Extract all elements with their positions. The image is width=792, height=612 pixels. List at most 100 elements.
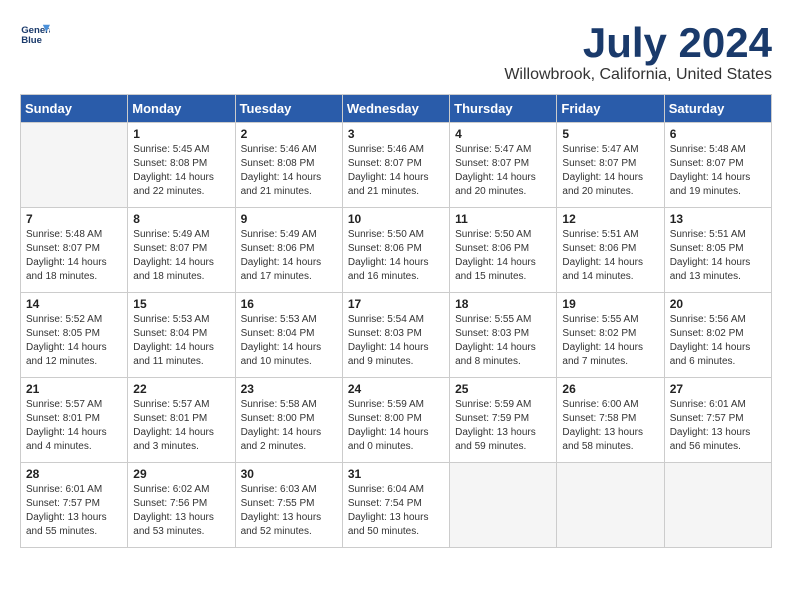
table-row: 26 Sunrise: 6:00 AM Sunset: 7:58 PM Dayli… (557, 378, 664, 463)
day-info: Sunrise: 5:50 AM Sunset: 8:06 PM Dayligh… (455, 228, 551, 284)
table-row: 9Sunrise: 5:49 AM Sunset: 8:06 PM Daylig… (235, 208, 342, 293)
day-number: 2 (241, 127, 337, 141)
table-row: 29Sunrise: 6:02 AM Sunset: 7:56 PM Dayli… (128, 463, 235, 548)
table-row: 30 Sunrise: 6:03 AM Sunset: 7:55 PM Dayli… (235, 463, 342, 548)
table-row: 31Sunrise: 6:04 AM Sunset: 7:54 PM Dayli… (342, 463, 449, 548)
day-info: Sunrise: 5:49 AM Sunset: 8:07 PM Dayligh… (133, 228, 229, 284)
day-number: 30 (241, 467, 337, 481)
calendar-week-row: 28 Sunrise: 6:01 AM Sunset: 7:57 PM Dayli… (21, 463, 772, 548)
header-tuesday: Tuesday (235, 95, 342, 123)
header-friday: Friday (557, 95, 664, 123)
day-number: 26 (562, 382, 658, 396)
day-number: 19 (562, 297, 658, 311)
table-row: 17Sunrise: 5:54 AM Sunset: 8:03 PM Dayli… (342, 293, 449, 378)
header-wednesday: Wednesday (342, 95, 449, 123)
day-info: Sunrise: 5:55 AM Sunset: 8:02 PM Dayligh… (562, 313, 658, 369)
table-row: 27 Sunrise: 6:01 AM Sunset: 7:57 PM Dayli… (664, 378, 771, 463)
day-info: Sunrise: 5:47 AM Sunset: 8:07 PM Dayligh… (562, 143, 658, 199)
table-row: 21 Sunrise: 5:57 AM Sunset: 8:01 PM Dayli… (21, 378, 128, 463)
day-number: 7 (26, 212, 122, 226)
day-number: 5 (562, 127, 658, 141)
month-title: July 2024 (504, 20, 772, 66)
day-number: 25 (455, 382, 551, 396)
day-number: 12 (562, 212, 658, 226)
table-row: 4 Sunrise: 5:47 AM Sunset: 8:07 PM Daylig… (450, 123, 557, 208)
table-row: 8 Sunrise: 5:49 AM Sunset: 8:07 PM Daylig… (128, 208, 235, 293)
day-info: Sunrise: 6:01 AM Sunset: 7:57 PM Dayligh… (26, 483, 122, 539)
table-row: 18 Sunrise: 5:55 AM Sunset: 8:03 PM Dayli… (450, 293, 557, 378)
table-row (450, 463, 557, 548)
table-row: 14 Sunrise: 5:52 AM Sunset: 8:05 PM Dayli… (21, 293, 128, 378)
table-row: 20 Sunrise: 5:56 AM Sunset: 8:02 PM Dayli… (664, 293, 771, 378)
day-number: 23 (241, 382, 337, 396)
day-number: 8 (133, 212, 229, 226)
day-info: Sunrise: 5:48 AM Sunset: 8:07 PM Dayligh… (26, 228, 122, 284)
table-row: 19 Sunrise: 5:55 AM Sunset: 8:02 PM Dayli… (557, 293, 664, 378)
day-info: Sunrise: 5:53 AM Sunset: 8:04 PM Dayligh… (241, 313, 337, 369)
day-number: 18 (455, 297, 551, 311)
day-number: 31 (348, 467, 444, 481)
day-info: Sunrise: 5:46 AM Sunset: 8:07 PM Dayligh… (348, 143, 444, 199)
calendar-header-row: Sunday Monday Tuesday Wednesday Thursday… (21, 95, 772, 123)
day-info: Sunrise: 5:45 AM Sunset: 8:08 PM Dayligh… (133, 143, 229, 199)
day-number: 3 (348, 127, 444, 141)
table-row: 13Sunrise: 5:51 AM Sunset: 8:05 PM Dayli… (664, 208, 771, 293)
day-number: 22 (133, 382, 229, 396)
day-info: Sunrise: 5:57 AM Sunset: 8:01 PM Dayligh… (26, 398, 122, 454)
day-number: 4 (455, 127, 551, 141)
day-info: Sunrise: 5:56 AM Sunset: 8:02 PM Dayligh… (670, 313, 766, 369)
day-info: Sunrise: 5:59 AM Sunset: 8:00 PM Dayligh… (348, 398, 444, 454)
day-info: Sunrise: 5:51 AM Sunset: 8:06 PM Dayligh… (562, 228, 658, 284)
logo-icon: General Blue (20, 20, 50, 50)
location: Willowbrook, California, United States (504, 66, 772, 84)
table-row: 11 Sunrise: 5:50 AM Sunset: 8:06 PM Dayli… (450, 208, 557, 293)
logo: General Blue (20, 20, 54, 50)
table-row: 2 Sunrise: 5:46 AM Sunset: 8:08 PM Daylig… (235, 123, 342, 208)
day-info: Sunrise: 5:54 AM Sunset: 8:03 PM Dayligh… (348, 313, 444, 369)
day-info: Sunrise: 5:58 AM Sunset: 8:00 PM Dayligh… (241, 398, 337, 454)
table-row: 7 Sunrise: 5:48 AM Sunset: 8:07 PM Daylig… (21, 208, 128, 293)
day-number: 21 (26, 382, 122, 396)
day-info: Sunrise: 5:47 AM Sunset: 8:07 PM Dayligh… (455, 143, 551, 199)
day-number: 15 (133, 297, 229, 311)
day-info: Sunrise: 5:49 AM Sunset: 8:06 PM Dayligh… (241, 228, 337, 284)
header-thursday: Thursday (450, 95, 557, 123)
table-row: 3 Sunrise: 5:46 AM Sunset: 8:07 PM Daylig… (342, 123, 449, 208)
day-info: Sunrise: 6:00 AM Sunset: 7:58 PM Dayligh… (562, 398, 658, 454)
calendar-table: Sunday Monday Tuesday Wednesday Thursday… (20, 94, 772, 548)
table-row: 15Sunrise: 5:53 AM Sunset: 8:04 PM Dayli… (128, 293, 235, 378)
table-row: 5 Sunrise: 5:47 AM Sunset: 8:07 PM Daylig… (557, 123, 664, 208)
day-number: 10 (348, 212, 444, 226)
day-info: Sunrise: 5:51 AM Sunset: 8:05 PM Dayligh… (670, 228, 766, 284)
table-row: 10 Sunrise: 5:50 AM Sunset: 8:06 PM Dayli… (342, 208, 449, 293)
table-row: 12 Sunrise: 5:51 AM Sunset: 8:06 PM Dayli… (557, 208, 664, 293)
table-row: 25Sunrise: 5:59 AM Sunset: 7:59 PM Dayli… (450, 378, 557, 463)
day-info: Sunrise: 5:50 AM Sunset: 8:06 PM Dayligh… (348, 228, 444, 284)
day-number: 11 (455, 212, 551, 226)
table-row: 1 Sunrise: 5:45 AM Sunset: 8:08 PM Daylig… (128, 123, 235, 208)
svg-text:Blue: Blue (21, 35, 42, 46)
page-header: General Blue July 2024 Willowbrook, Cali… (20, 20, 772, 84)
day-info: Sunrise: 5:48 AM Sunset: 8:07 PM Dayligh… (670, 143, 766, 199)
day-info: Sunrise: 5:55 AM Sunset: 8:03 PM Dayligh… (455, 313, 551, 369)
day-number: 27 (670, 382, 766, 396)
day-number: 16 (241, 297, 337, 311)
table-row: 16 Sunrise: 5:53 AM Sunset: 8:04 PM Dayli… (235, 293, 342, 378)
table-row (21, 123, 128, 208)
day-info: Sunrise: 6:01 AM Sunset: 7:57 PM Dayligh… (670, 398, 766, 454)
header-saturday: Saturday (664, 95, 771, 123)
title-block: July 2024 Willowbrook, California, Unite… (504, 20, 772, 84)
day-number: 14 (26, 297, 122, 311)
day-number: 20 (670, 297, 766, 311)
day-number: 28 (26, 467, 122, 481)
table-row (664, 463, 771, 548)
day-number: 1 (133, 127, 229, 141)
day-info: Sunrise: 6:03 AM Sunset: 7:55 PM Dayligh… (241, 483, 337, 539)
day-info: Sunrise: 5:52 AM Sunset: 8:05 PM Dayligh… (26, 313, 122, 369)
day-info: Sunrise: 5:57 AM Sunset: 8:01 PM Dayligh… (133, 398, 229, 454)
calendar-week-row: 14 Sunrise: 5:52 AM Sunset: 8:05 PM Dayli… (21, 293, 772, 378)
table-row (557, 463, 664, 548)
day-info: Sunrise: 5:46 AM Sunset: 8:08 PM Dayligh… (241, 143, 337, 199)
day-number: 29 (133, 467, 229, 481)
table-row: 23 Sunrise: 5:58 AM Sunset: 8:00 PM Dayli… (235, 378, 342, 463)
